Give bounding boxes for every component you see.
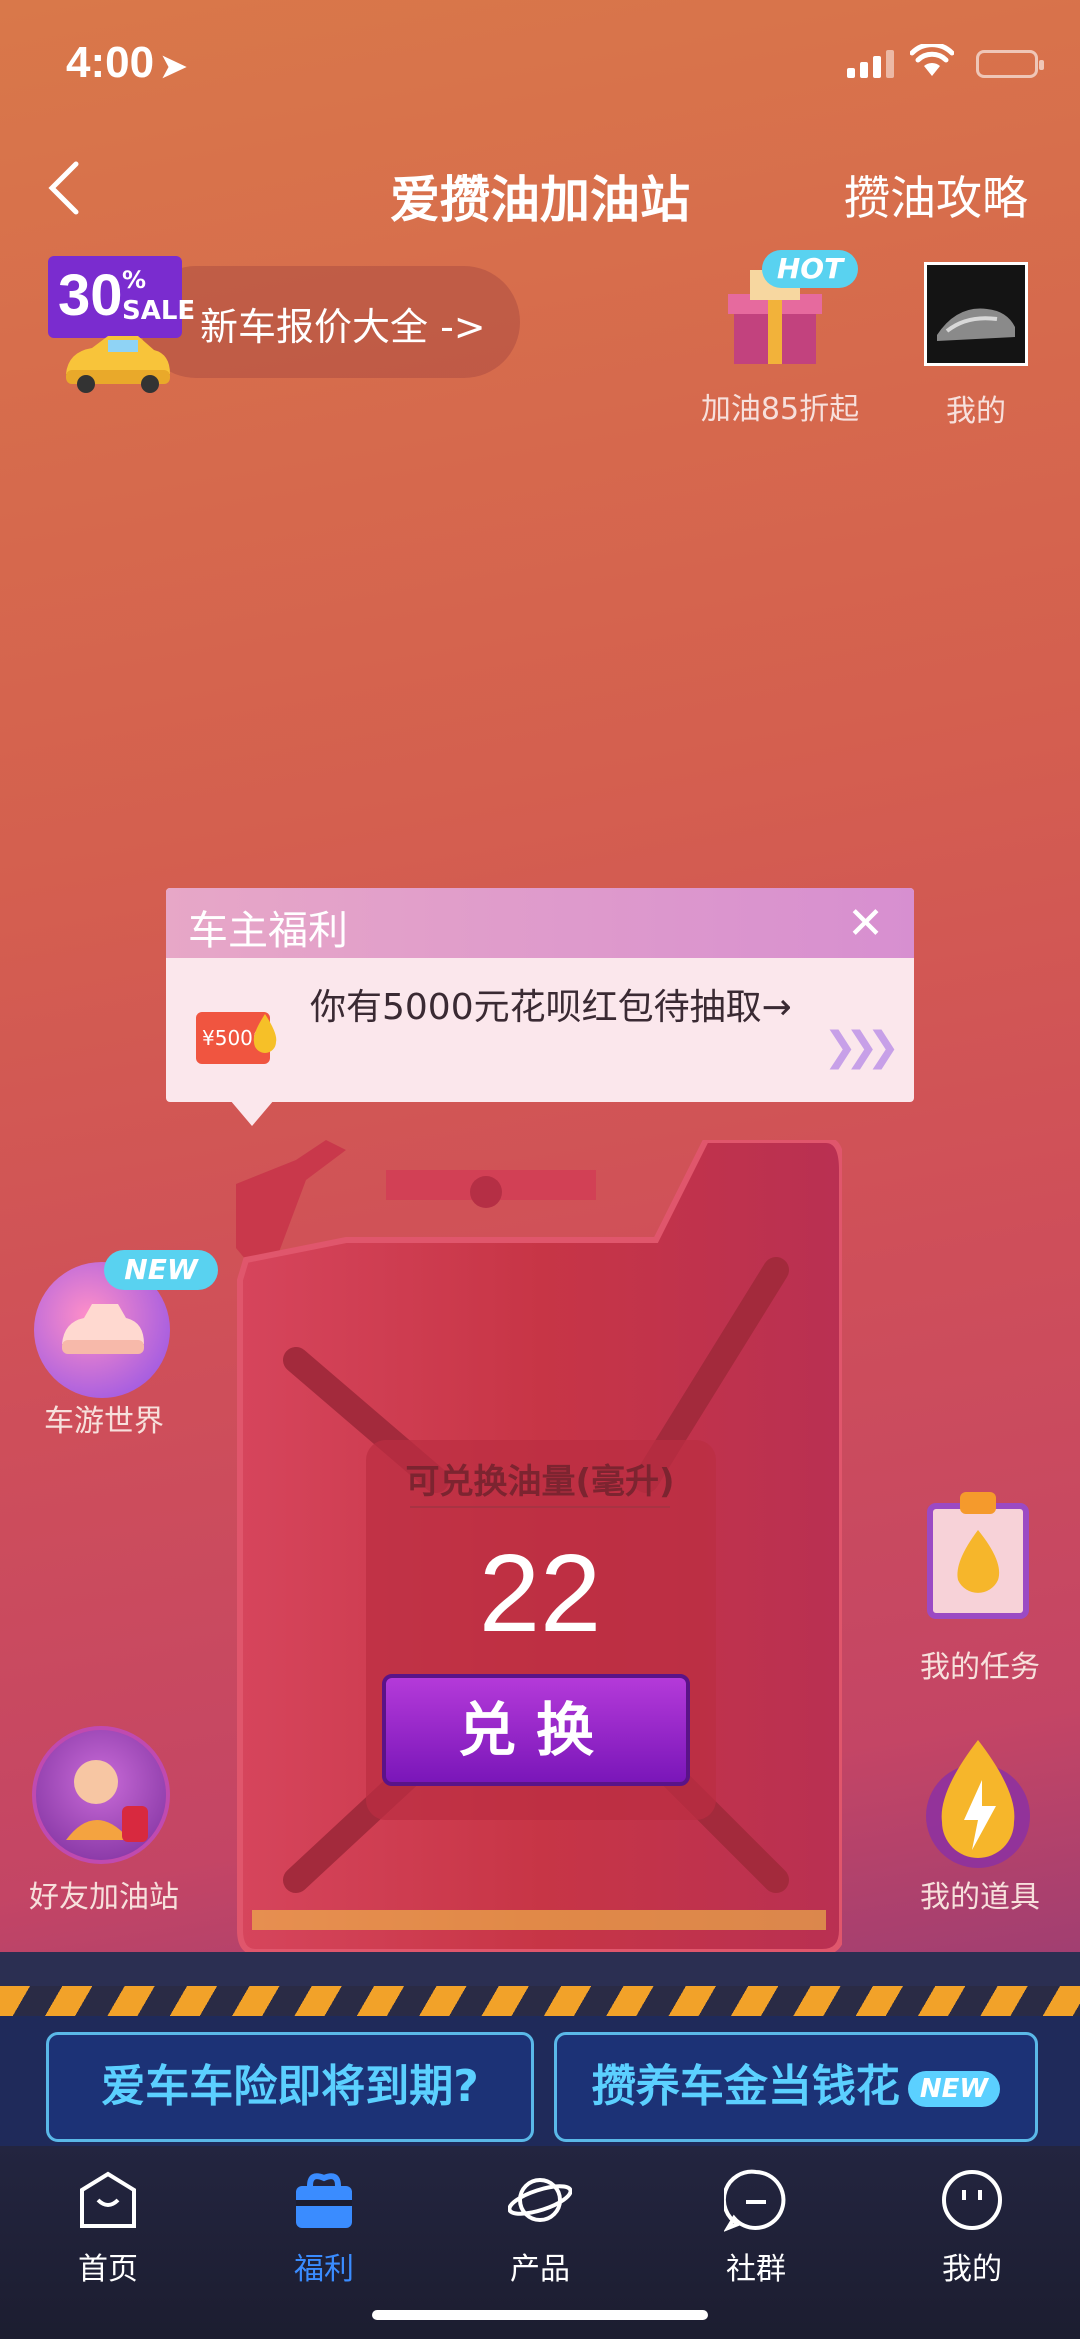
- friend-station-button[interactable]: [32, 1726, 170, 1864]
- lightning-drop-icon[interactable]: [918, 1740, 1038, 1870]
- hot-badge: HOT: [762, 250, 858, 288]
- tab-label: 我的: [942, 2252, 1002, 2287]
- sale-badge: 30 % SALE: [48, 256, 195, 338]
- location-arrow-icon: ➤: [160, 48, 187, 84]
- home-indicator: [372, 2310, 708, 2320]
- fuel-discount-label[interactable]: 加油85折起: [690, 384, 870, 428]
- my-tools-label[interactable]: 我的道具: [900, 1872, 1060, 1916]
- new-badge: NEW: [104, 1250, 218, 1290]
- card-message[interactable]: 你有5000元花呗红包待抽取→: [310, 978, 792, 1030]
- hazard-stripes: [0, 1986, 1080, 2016]
- car-world-label[interactable]: 车游世界: [14, 1396, 194, 1440]
- tab-label: 首页: [78, 2252, 138, 2287]
- car-fund-banner[interactable]: 攒养车金当钱花 NEW: [554, 2032, 1038, 2142]
- redeemable-fuel-label: 可兑换油量(毫升): [405, 1462, 675, 1502]
- tab-community[interactable]: 社群: [676, 2168, 836, 2288]
- tab-home[interactable]: 首页: [28, 2168, 188, 2288]
- cellular-signal-icon: [847, 50, 894, 78]
- person-fuel-icon: [66, 1760, 148, 1842]
- tab-welfare[interactable]: 福利: [244, 2168, 404, 2288]
- owner-benefit-card[interactable]: 车主福利 ✕ ¥5000 你有5000元花呗红包待抽取→ ❯❯❯: [166, 888, 914, 1102]
- tab-label: 产品: [510, 2252, 570, 2287]
- insurance-banner[interactable]: 爱车车险即将到期?: [46, 2032, 534, 2142]
- fuel-drop-icon: [253, 1014, 277, 1053]
- tab-label: 福利: [294, 2252, 354, 2287]
- battery-icon: [976, 50, 1044, 78]
- tab-products[interactable]: 产品: [460, 2168, 620, 2288]
- insurance-banner-text: 爱车车险即将到期?: [101, 2061, 479, 2112]
- guide-link[interactable]: 攒油攻略: [844, 162, 1028, 228]
- home-icon: [80, 2171, 136, 2228]
- card-tail: [230, 1100, 274, 1126]
- new-badge: NEW: [907, 2071, 1001, 2107]
- redeem-button[interactable]: 兑换: [382, 1674, 690, 1786]
- task-clipboard-icon[interactable]: [926, 1490, 1030, 1620]
- fuel-amount-value: 22: [478, 1532, 602, 1655]
- tab-label: 社群: [726, 2252, 786, 2287]
- divider: [410, 1506, 670, 1508]
- new-car-price-link[interactable]: 新车报价大全 ->: [200, 296, 486, 351]
- chat-icon: [721, 2169, 786, 2233]
- sneaker-image: [927, 265, 1025, 363]
- card-title: 车主福利: [188, 908, 348, 954]
- car-fund-banner-text: 攒养车金当钱花: [591, 2061, 900, 2112]
- chevron-right-icon: ❯❯❯: [823, 1024, 899, 1070]
- tab-mine[interactable]: 我的: [892, 2168, 1052, 2288]
- close-icon[interactable]: ✕: [847, 898, 884, 949]
- mine-label[interactable]: 我的: [916, 386, 1036, 430]
- gift-bag-icon: [296, 2173, 352, 2228]
- my-tasks-label[interactable]: 我的任务: [900, 1642, 1060, 1686]
- wifi-icon: [910, 44, 954, 76]
- smile-icon: [942, 2170, 1002, 2230]
- avatar[interactable]: [924, 262, 1028, 366]
- planet-icon: [507, 2178, 573, 2222]
- friend-station-label[interactable]: 好友加油站: [14, 1872, 194, 1916]
- yellow-car-icon: [66, 336, 170, 393]
- status-time: 4:00 ➤: [66, 38, 187, 87]
